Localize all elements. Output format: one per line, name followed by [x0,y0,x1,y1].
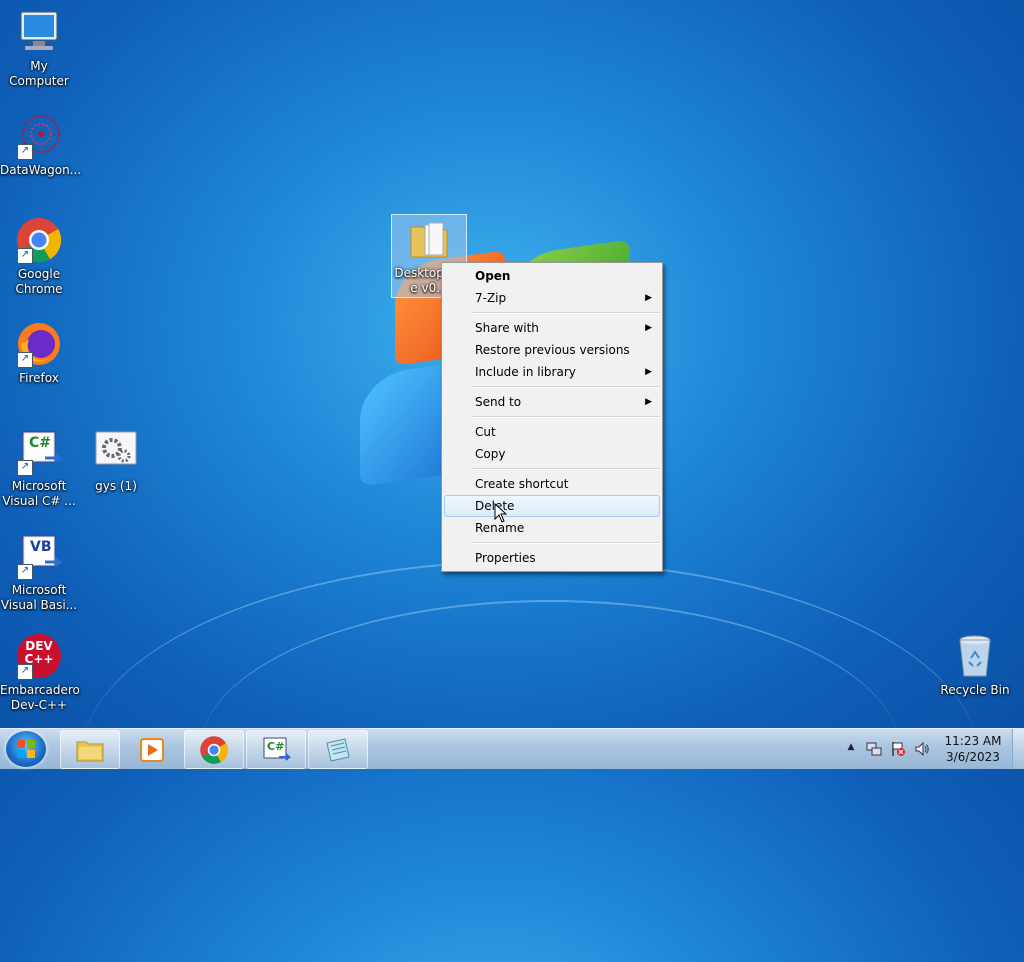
computer-icon [15,8,63,56]
shortcut-arrow-icon: ↗ [17,460,33,476]
firefox-icon: ↗ [15,320,63,368]
menu-item-create-shortcut[interactable]: Create shortcut [442,473,662,495]
shortcut-arrow-icon: ↗ [17,564,33,580]
windows-logo-icon [17,740,35,758]
desktop-icon-label: Microsoft Visual C# ... [2,479,76,508]
chrome-icon [199,735,229,765]
volume-icon[interactable] [914,741,930,757]
desktop-icon-recycle-bin[interactable]: Recycle Bin [936,632,1014,698]
menu-item-open[interactable]: Open [442,265,662,287]
desktop-icon-label: My Computer [9,59,69,88]
shortcut-arrow-icon: ↗ [17,352,33,368]
menu-item-7zip[interactable]: 7-Zip ▶ [442,287,662,309]
desktop-icon-gys[interactable]: gys (1) [77,428,155,494]
vb-badge: VB [30,539,52,555]
desktop-icon-label: DataWagon... [0,163,82,177]
desktop-icon-datawagon[interactable]: ↗ DataWagon... [0,112,82,178]
recycle-bin-icon [951,632,999,680]
desktop-icon-google-chrome[interactable]: ↗ Google Chrome [0,216,78,297]
submenu-arrow-icon: ▶ [645,293,652,303]
menu-item-label: Properties [475,551,536,565]
menu-item-rename[interactable]: Rename [442,517,662,539]
shortcut-arrow-icon: ↗ [17,664,33,680]
clock-time: 11:23 AM [944,734,1002,748]
menu-item-label: Open [475,269,511,283]
network-icon[interactable] [866,741,882,757]
visual-csharp-icon: C# ↗ [15,428,63,476]
menu-item-label: Restore previous versions [475,343,630,357]
desktop-icon-label: Google Chrome [15,267,63,296]
desktop-icon-label: Firefox [19,371,59,385]
desktop-icon-label: Recycle Bin [940,683,1010,697]
desktop-icon-visual-csharp[interactable]: C# ↗ Microsoft Visual C# ... [0,428,78,509]
media-player-icon [137,735,167,765]
menu-item-delete[interactable]: Delete [444,495,660,517]
menu-item-send-to[interactable]: Send to ▶ [442,391,662,413]
chrome-icon: ↗ [15,216,63,264]
csharp-badge: C# [267,740,285,753]
visual-csharp-icon: C# [261,735,292,765]
menu-item-label: Include in library [475,365,576,379]
show-desktop-button[interactable] [1012,729,1024,769]
menu-item-label: Rename [475,521,525,535]
visual-basic-icon: VB ↗ [15,532,63,580]
submenu-arrow-icon: ▶ [645,367,652,377]
mouse-cursor-icon [494,503,508,523]
taskbar-button-notepad[interactable] [308,730,368,769]
gear-file-icon [92,428,140,476]
clock-date: 3/6/2023 [946,750,1000,764]
datawagon-icon: ↗ [15,112,63,160]
submenu-arrow-icon: ▶ [645,397,652,407]
menu-separator [472,542,660,544]
menu-item-label: Cut [475,425,496,439]
taskbar-button-file-explorer[interactable] [60,730,120,769]
desktop-icon-label: gys (1) [95,479,137,493]
taskbar: C# ▲ 11:23 AM 3/6/2023 [0,728,1024,769]
notepad-icon [323,735,353,765]
dev-badge: DEV C++ [24,639,54,666]
taskbar-button-visual-csharp[interactable]: C# [246,730,306,769]
taskbar-button-media-player[interactable] [122,730,182,769]
menu-item-cut[interactable]: Cut [442,421,662,443]
dev-cpp-icon: DEV C++ ↗ [15,632,63,680]
desktop-icon-my-computer[interactable]: My Computer [0,8,78,89]
show-hidden-icons-icon[interactable]: ▲ [843,742,859,758]
shortcut-arrow-icon: ↗ [17,144,33,160]
csharp-badge: C# [29,435,52,451]
menu-separator [472,312,660,314]
menu-item-share-with[interactable]: Share with ▶ [442,317,662,339]
menu-separator [472,468,660,470]
menu-separator [472,416,660,418]
context-menu: Open 7-Zip ▶ Share with ▶ Restore previous… [441,262,663,572]
desktop-icon-visual-basic[interactable]: VB ↗ Microsoft Visual Basi... [0,532,78,613]
desktop-icon-dev-cpp[interactable]: DEV C++ ↗ Embarcadero Dev-C++ [0,632,80,713]
menu-item-restore-previous-versions[interactable]: Restore previous versions [442,339,662,361]
menu-item-label: Create shortcut [475,477,569,491]
folder-icon [405,215,453,263]
menu-item-label: Copy [475,447,506,461]
menu-item-include-in-library[interactable]: Include in library ▶ [442,361,662,383]
menu-item-label: 7-Zip [475,291,507,305]
taskbar-button-chrome[interactable] [184,730,244,769]
action-center-flag-icon[interactable] [890,741,906,757]
menu-item-label: Send to [475,395,522,409]
desktop-icon-label: Microsoft Visual Basi... [0,583,78,612]
menu-separator [472,386,660,388]
menu-item-label: Share with [475,321,539,335]
menu-item-copy[interactable]: Copy [442,443,662,465]
folder-icon [75,735,105,765]
menu-item-properties[interactable]: Properties [442,547,662,569]
submenu-arrow-icon: ▶ [645,323,652,333]
shortcut-arrow-icon: ↗ [17,248,33,264]
system-clock[interactable]: 11:23 AM 3/6/2023 [937,733,1009,765]
desktop-icon-firefox[interactable]: ↗ Firefox [0,320,78,386]
desktop-icon-label: Embarcadero Dev-C++ [0,683,80,712]
start-button[interactable] [6,731,46,767]
